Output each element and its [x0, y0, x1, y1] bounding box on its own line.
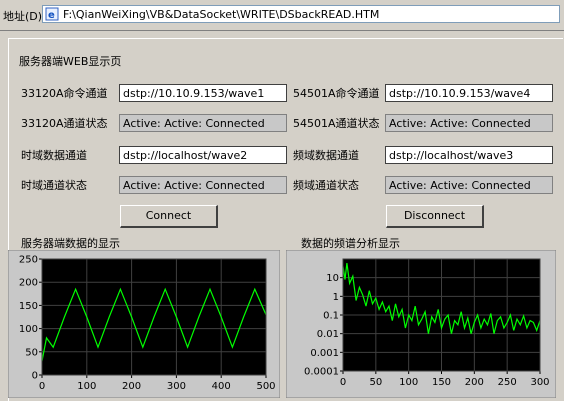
y-tick-label: 200 [19, 278, 38, 289]
y-tick-label: 10 [326, 273, 339, 284]
address-label: 地址(D) [3, 10, 43, 23]
freq-domain-channel-label: 频域数据通道 [293, 149, 359, 162]
x-tick-label: 400 [212, 381, 231, 392]
time-domain-status-indicator: Active: Active: Connected [119, 176, 287, 194]
status-indicator-54501a: Active: Active: Connected [385, 114, 553, 132]
freq-domain-status-label: 频域通道状态 [293, 179, 359, 192]
status-indicator-33120a: Active: Active: Connected [119, 114, 287, 132]
disconnect-button[interactable]: Disconnect [386, 205, 484, 228]
x-tick-label: 50 [369, 377, 382, 388]
ie-page-icon: e [45, 7, 59, 21]
time-domain-chart: 0 100 200 300 400 500 0 50 100 150 200 250 [8, 250, 280, 398]
cmd-channel-input-54501a[interactable]: dstp://10.10.9.153/wave4 [385, 84, 553, 102]
address-input[interactable]: e F:\QianWeiXing\VB&DataSocket\WRITE\DSb… [42, 5, 560, 23]
svg-text:e: e [48, 10, 55, 21]
x-tick-label: 200 [465, 377, 484, 388]
cmd-channel-label-54501a: 54501A命令通道 [293, 87, 380, 100]
status-label-33120a: 33120A通道状态 [21, 117, 108, 130]
x-tick-label: 0 [39, 381, 45, 392]
freq-domain-status-indicator: Active: Active: Connected [385, 176, 553, 194]
spectrum-chart: 0 50 100 150 200 250 300 10 1 0.1 0.01 0.001 0.0001 [286, 250, 556, 398]
y-tick-label: 0.0001 [304, 367, 339, 378]
y-tick-label: 100 [19, 324, 38, 335]
x-tick-label: 150 [432, 377, 451, 388]
address-url: F:\QianWeiXing\VB&DataSocket\WRITE\DSbac… [63, 8, 380, 21]
x-tick-label: 300 [167, 381, 186, 392]
time-domain-status-label: 时域通道状态 [21, 179, 87, 192]
address-bar: 地址(D) e F:\QianWeiXing\VB&DataSocket\WRI… [0, 0, 564, 31]
freq-domain-channel-input[interactable]: dstp://localhost/wave3 [385, 146, 553, 164]
cmd-channel-label-33120a: 33120A命令通道 [21, 87, 108, 100]
x-tick-label: 200 [122, 381, 141, 392]
y-tick-label: 1 [333, 292, 339, 303]
x-tick-label: 300 [530, 377, 549, 388]
y-tick-label: 50 [25, 347, 38, 358]
y-tick-label: 150 [19, 301, 38, 312]
cmd-channel-input-33120a[interactable]: dstp://10.10.9.153/wave1 [119, 84, 287, 102]
x-tick-label: 500 [256, 381, 275, 392]
y-tick-label: 0.001 [310, 348, 339, 359]
y-tick-label: 250 [19, 255, 38, 266]
y-tick-label: 0.1 [323, 311, 339, 322]
status-label-54501a: 54501A通道状态 [293, 117, 380, 130]
x-tick-label: 0 [340, 377, 346, 388]
y-tick-label: 0 [32, 371, 38, 382]
y-tick-label: 0.01 [317, 329, 339, 340]
time-domain-channel-label: 时域数据通道 [21, 149, 87, 162]
x-tick-label: 100 [399, 377, 418, 388]
time-chart-title: 服务器端数据的显示 [21, 237, 120, 250]
x-tick-label: 100 [77, 381, 96, 392]
spectrum-chart-title: 数据的频谱分析显示 [301, 237, 400, 250]
page-title: 服务器端WEB显示页 [19, 55, 122, 68]
x-tick-label: 250 [498, 377, 517, 388]
time-domain-channel-input[interactable]: dstp://localhost/wave2 [119, 146, 287, 164]
connect-button[interactable]: Connect [120, 205, 218, 228]
